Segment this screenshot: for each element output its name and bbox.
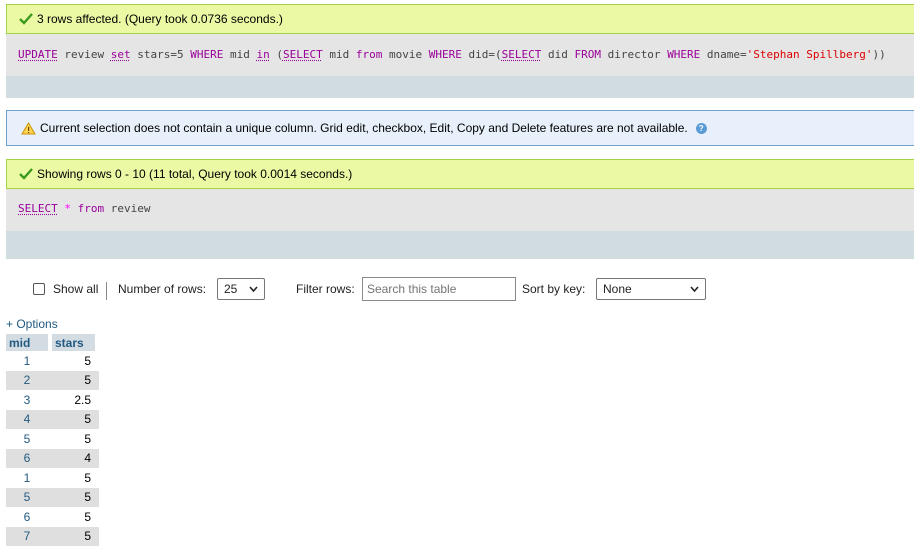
options-link[interactable]: + Options (6, 317, 58, 331)
help-icon[interactable]: ? (695, 122, 707, 134)
select-message: Showing rows 0 - 10 (11 total, Query too… (37, 167, 353, 181)
cell-mid: 1 (6, 468, 52, 488)
filter-rows-input[interactable]: Search this table (362, 277, 516, 301)
divider (106, 282, 107, 300)
cell-mid: 5 (6, 487, 52, 507)
cell-stars: 5 (52, 487, 99, 507)
update-message: 3 rows affected. (Query took 0.0736 seco… (37, 12, 283, 26)
chevron-down-icon (249, 286, 258, 292)
sort-by-key-label: Sort by key: (522, 282, 586, 296)
chevron-down-icon (690, 286, 699, 292)
cell-stars: 5 (52, 526, 99, 546)
show-all-label: Show all (53, 282, 99, 296)
warning-icon (21, 121, 36, 134)
cell-stars: 5 (52, 370, 99, 390)
cell-stars: 5 (52, 507, 99, 527)
update-query-toolbar (6, 76, 914, 98)
cell-mid: 1 (6, 351, 52, 371)
notice-message: Current selection does not contain a uni… (40, 121, 688, 135)
filter-rows-label: Filter rows: (296, 282, 355, 296)
select-sql-query: SELECT * from review (6, 189, 914, 231)
checkmark-icon (19, 168, 33, 180)
cell-stars: 5 (52, 351, 99, 371)
table-row: 15 (6, 351, 99, 371)
table-row: 65 (6, 507, 99, 527)
select-success-banner: Showing rows 0 - 10 (11 total, Query too… (6, 159, 914, 189)
select-query-toolbar (6, 231, 914, 259)
table-controls: Show all Number of rows: 25 Filter rows:… (0, 276, 914, 302)
cell-stars: 5 (52, 409, 99, 429)
table-row: 64 (6, 448, 99, 468)
cell-mid: 6 (6, 507, 52, 527)
num-rows-select[interactable]: 25 (217, 278, 265, 300)
column-header-mid[interactable]: mid (6, 334, 52, 351)
table-row: 25 (6, 370, 99, 390)
table-row: 75 (6, 526, 99, 546)
cell-stars: 5 (52, 429, 99, 449)
show-all-checkbox[interactable] (33, 283, 45, 295)
table-row: 15 (6, 468, 99, 488)
cell-stars: 5 (52, 468, 99, 488)
cell-mid: 4 (6, 409, 52, 429)
table-row: 3 2.5 (6, 390, 99, 410)
update-success-banner: 3 rows affected. (Query took 0.0736 seco… (6, 4, 914, 34)
cell-stars: 2.5 (52, 390, 99, 410)
cell-mid: 5 (6, 429, 52, 449)
checkmark-icon (19, 13, 33, 25)
update-sql-query: UPDATE review set stars=5 WHERE mid in (… (6, 34, 914, 76)
table-row: 55 (6, 429, 99, 449)
cell-mid: 7 (6, 526, 52, 546)
show-all-control[interactable]: Show all (33, 276, 98, 302)
column-header-stars[interactable]: stars (52, 334, 99, 351)
sort-by-key-select[interactable]: None (596, 278, 706, 300)
notice-banner: Current selection does not contain a uni… (6, 110, 914, 146)
cell-mid: 2 (6, 370, 52, 390)
cell-stars: 4 (52, 448, 99, 468)
cell-mid: 3 (6, 390, 52, 410)
table-row: 45 (6, 409, 99, 429)
table-row: 55 (6, 487, 99, 507)
num-rows-label: Number of rows: (118, 282, 207, 296)
results-table: mid stars 15 25 3 2.5 45 55 64 15 55 65 7… (6, 334, 99, 546)
cell-mid: 6 (6, 448, 52, 468)
